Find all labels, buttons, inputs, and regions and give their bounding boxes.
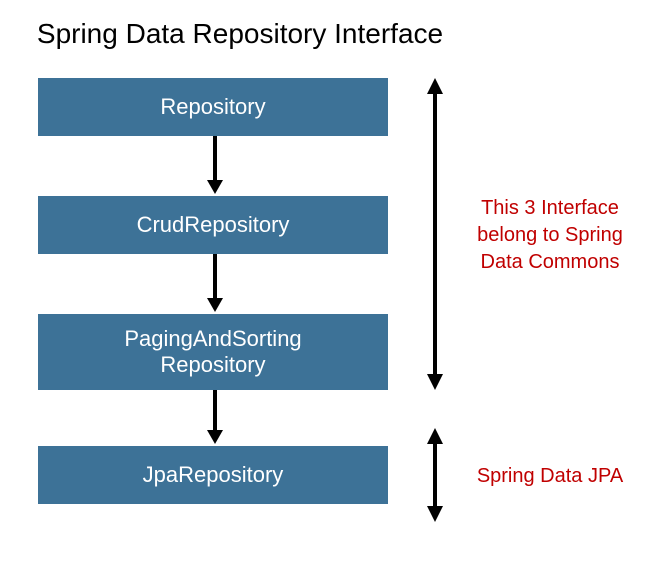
arrow-repository-to-crud [205,136,225,196]
arrow-crud-to-paging [205,254,225,314]
box-paging-label-line2: Repository [160,352,265,377]
annotation-commons: This 3 Interface belong to Spring Data C… [460,195,640,276]
box-crud-label: CrudRepository [137,212,290,238]
box-repository: Repository [38,78,388,136]
arrow-paging-to-jpa [205,390,225,446]
annotation-jpa: Spring Data JPA [460,463,640,490]
box-repository-label: Repository [160,94,265,120]
bracket-jpa [420,428,450,522]
box-jpa-label: JpaRepository [143,462,284,488]
annotation-commons-line2: belong to Spring [477,224,623,246]
bracket-commons [420,78,450,390]
box-jpa-repository: JpaRepository [38,446,388,504]
box-crud-repository: CrudRepository [38,196,388,254]
diagram-title: Spring Data Repository Interface [0,18,480,50]
annotation-jpa-text: Spring Data JPA [477,465,623,487]
box-paging-label-line1: PagingAndSorting [124,326,301,351]
annotation-commons-line1: This 3 Interface [481,197,619,219]
annotation-commons-line3: Data Commons [481,251,620,273]
box-paging-sorting-repository: PagingAndSorting Repository [38,314,388,390]
